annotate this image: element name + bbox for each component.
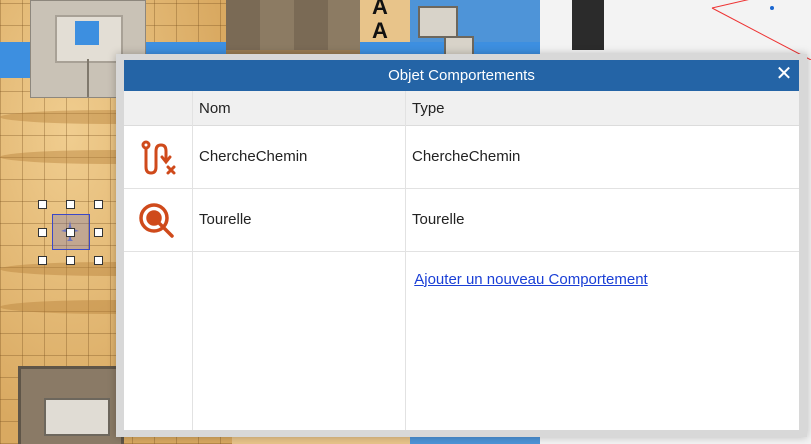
turret-icon xyxy=(139,203,174,238)
dialog-title: Objet Comportements xyxy=(388,67,535,84)
pathfinding-icon xyxy=(141,140,176,175)
red-line-shape xyxy=(711,0,811,60)
resize-handle[interactable] xyxy=(38,200,47,209)
resize-handle[interactable] xyxy=(66,256,75,265)
resize-handle[interactable] xyxy=(66,200,75,209)
close-icon[interactable]: ✕ xyxy=(773,62,795,86)
column-divider xyxy=(192,91,193,430)
behavior-type: Tourelle xyxy=(412,211,465,228)
resize-handle[interactable] xyxy=(66,228,75,237)
point-marker xyxy=(770,6,774,10)
dialog-titlebar[interactable]: Objet Comportements ✕ xyxy=(124,60,799,91)
book-sprite xyxy=(418,6,458,38)
table-header: Nom Type xyxy=(124,91,799,126)
resize-handle[interactable] xyxy=(38,256,47,265)
behaviors-table: Nom Type ChercheChemin ChercheChemin Tou… xyxy=(124,91,799,430)
behavior-name: Tourelle xyxy=(199,211,252,228)
letter-sprite: A xyxy=(372,18,388,43)
dark-sprite xyxy=(572,0,604,50)
column-header-type[interactable]: Type xyxy=(412,100,445,117)
behavior-name: ChercheChemin xyxy=(199,148,308,165)
column-header-name[interactable]: Nom xyxy=(199,100,231,117)
floor-tiles xyxy=(226,0,360,50)
resize-handle[interactable] xyxy=(38,228,47,237)
add-behavior-link[interactable]: Ajouter un nouveau Comportement xyxy=(414,271,647,288)
book-sprite xyxy=(44,398,110,436)
letter-sprite: A xyxy=(372,0,388,19)
add-behavior-row: Ajouter un nouveau Comportement xyxy=(124,271,799,289)
table-row[interactable]: ChercheChemin ChercheChemin xyxy=(124,126,799,189)
behavior-type: ChercheChemin xyxy=(412,148,521,165)
resize-handle[interactable] xyxy=(94,228,103,237)
resize-handle[interactable] xyxy=(94,200,103,209)
column-divider xyxy=(405,91,406,430)
resize-handle[interactable] xyxy=(94,256,103,265)
table-row[interactable]: Tourelle Tourelle xyxy=(124,189,799,252)
building-window xyxy=(75,21,99,45)
behaviors-dialog: Objet Comportements ✕ Nom Type ChercheCh… xyxy=(116,54,807,437)
building-path xyxy=(87,59,89,97)
